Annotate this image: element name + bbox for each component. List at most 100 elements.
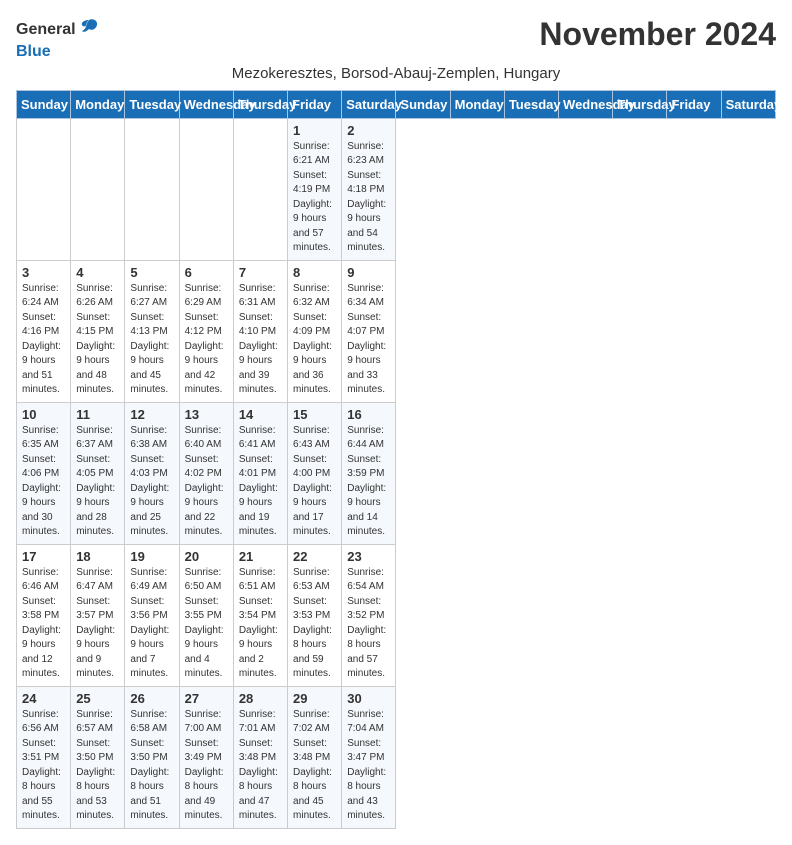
calendar-cell: 4 Sunrise: 6:26 AM Sunset: 4:15 PM Daylig… — [71, 260, 125, 402]
weekday-header-wednesday: Wednesday — [559, 90, 613, 118]
logo-blue: Blue — [16, 43, 51, 61]
day-info: Sunrise: 6:46 AM Sunset: 3:58 PM Dayligh… — [22, 566, 65, 682]
calendar-week-row: 17 Sunrise: 6:46 AM Sunset: 3:58 PM Dayli… — [17, 544, 776, 686]
calendar-cell — [71, 118, 125, 260]
day-info: Sunrise: 6:23 AM Sunset: 4:18 PM Dayligh… — [347, 140, 390, 256]
day-number: 8 — [293, 265, 336, 280]
day-number: 26 — [130, 691, 173, 706]
calendar-cell — [17, 118, 71, 260]
weekday-header-thursday: Thursday — [613, 90, 667, 118]
day-number: 6 — [185, 265, 228, 280]
calendar-cell: 3 Sunrise: 6:24 AM Sunset: 4:16 PM Daylig… — [17, 260, 71, 402]
day-number: 25 — [76, 691, 119, 706]
weekday-header-wednesday: Wednesday — [179, 90, 233, 118]
calendar-cell — [125, 118, 179, 260]
calendar-cell: 15 Sunrise: 6:43 AM Sunset: 4:00 PM Dayli… — [288, 402, 342, 544]
day-number: 7 — [239, 265, 282, 280]
day-number: 22 — [293, 549, 336, 564]
day-number: 18 — [76, 549, 119, 564]
calendar-cell: 20Sunrise: 6:50 AM Sunset: 3:55 PM Dayli… — [179, 544, 233, 686]
calendar-cell: 28 Sunrise: 7:01 AM Sunset: 3:48 PM Dayli… — [233, 686, 287, 828]
day-info: Sunrise: 6:34 AM Sunset: 4:07 PM Dayligh… — [347, 282, 390, 398]
day-info: Sunrise: 6:37 AM Sunset: 4:05 PM Dayligh… — [76, 424, 119, 540]
calendar-cell: 27Sunrise: 7:00 AM Sunset: 3:49 PM Dayli… — [179, 686, 233, 828]
weekday-header-tuesday: Tuesday — [125, 90, 179, 118]
day-info: Sunrise: 6:27 AM Sunset: 4:13 PM Dayligh… — [130, 282, 173, 398]
day-info: Sunrise: 6:35 AM Sunset: 4:06 PM Dayligh… — [22, 424, 65, 540]
calendar-subtitle: Mezokeresztes, Borsod-Abauj-Zemplen, Hun… — [16, 65, 776, 82]
day-info: Sunrise: 6:57 AM Sunset: 3:50 PM Dayligh… — [76, 708, 119, 824]
calendar-cell: 18Sunrise: 6:47 AM Sunset: 3:57 PM Dayli… — [71, 544, 125, 686]
logo-block: General Blue — [16, 16, 100, 61]
day-number: 10 — [22, 407, 65, 422]
day-info: Sunrise: 6:58 AM Sunset: 3:50 PM Dayligh… — [130, 708, 173, 824]
calendar-week-row: 10 Sunrise: 6:35 AM Sunset: 4:06 PM Dayli… — [17, 402, 776, 544]
day-number: 21 — [239, 549, 282, 564]
calendar-cell: 2Sunrise: 6:23 AM Sunset: 4:18 PM Daylig… — [342, 118, 396, 260]
logo: General Blue — [16, 16, 100, 61]
day-number: 15 — [293, 407, 336, 422]
day-info: Sunrise: 7:04 AM Sunset: 3:47 PM Dayligh… — [347, 708, 390, 824]
calendar-cell: 17 Sunrise: 6:46 AM Sunset: 3:58 PM Dayli… — [17, 544, 71, 686]
day-number: 24 — [22, 691, 65, 706]
calendar-cell: 29Sunrise: 7:02 AM Sunset: 3:48 PM Dayli… — [288, 686, 342, 828]
calendar-cell: 25 Sunrise: 6:57 AM Sunset: 3:50 PM Dayli… — [71, 686, 125, 828]
day-info: Sunrise: 6:43 AM Sunset: 4:00 PM Dayligh… — [293, 424, 336, 540]
day-info: Sunrise: 7:01 AM Sunset: 3:48 PM Dayligh… — [239, 708, 282, 824]
day-info: Sunrise: 6:54 AM Sunset: 3:52 PM Dayligh… — [347, 566, 390, 682]
day-number: 4 — [76, 265, 119, 280]
day-info: Sunrise: 6:50 AM Sunset: 3:55 PM Dayligh… — [185, 566, 228, 682]
day-info: Sunrise: 6:49 AM Sunset: 3:56 PM Dayligh… — [130, 566, 173, 682]
day-number: 23 — [347, 549, 390, 564]
day-info: Sunrise: 6:53 AM Sunset: 3:53 PM Dayligh… — [293, 566, 336, 682]
calendar-week-row: 3 Sunrise: 6:24 AM Sunset: 4:16 PM Daylig… — [17, 260, 776, 402]
day-info: Sunrise: 6:40 AM Sunset: 4:02 PM Dayligh… — [185, 424, 228, 540]
day-info: Sunrise: 6:29 AM Sunset: 4:12 PM Dayligh… — [185, 282, 228, 398]
weekday-header-saturday: Saturday — [721, 90, 775, 118]
weekday-header-thursday: Thursday — [233, 90, 287, 118]
day-info: Sunrise: 6:21 AM Sunset: 4:19 PM Dayligh… — [293, 140, 336, 256]
calendar-week-row: 1 Sunrise: 6:21 AM Sunset: 4:19 PM Daylig… — [17, 118, 776, 260]
day-number: 9 — [347, 265, 390, 280]
calendar-cell: 12Sunrise: 6:38 AM Sunset: 4:03 PM Dayli… — [125, 402, 179, 544]
day-number: 17 — [22, 549, 65, 564]
day-info: Sunrise: 6:32 AM Sunset: 4:09 PM Dayligh… — [293, 282, 336, 398]
day-info: Sunrise: 6:44 AM Sunset: 3:59 PM Dayligh… — [347, 424, 390, 540]
day-info: Sunrise: 6:26 AM Sunset: 4:15 PM Dayligh… — [76, 282, 119, 398]
day-number: 11 — [76, 407, 119, 422]
weekday-header-monday: Monday — [450, 90, 504, 118]
weekday-header-tuesday: Tuesday — [504, 90, 558, 118]
day-number: 13 — [185, 407, 228, 422]
calendar-cell: 1 Sunrise: 6:21 AM Sunset: 4:19 PM Daylig… — [288, 118, 342, 260]
day-number: 30 — [347, 691, 390, 706]
calendar-cell: 24Sunrise: 6:56 AM Sunset: 3:51 PM Dayli… — [17, 686, 71, 828]
day-number: 19 — [130, 549, 173, 564]
weekday-header-friday: Friday — [667, 90, 721, 118]
day-number: 1 — [293, 123, 336, 138]
calendar-cell: 30 Sunrise: 7:04 AM Sunset: 3:47 PM Dayli… — [342, 686, 396, 828]
calendar-table: SundayMondayTuesdayWednesdayThursdayFrid… — [16, 90, 776, 829]
calendar-cell: 14Sunrise: 6:41 AM Sunset: 4:01 PM Dayli… — [233, 402, 287, 544]
day-info: Sunrise: 7:02 AM Sunset: 3:48 PM Dayligh… — [293, 708, 336, 824]
day-info: Sunrise: 6:24 AM Sunset: 4:16 PM Dayligh… — [22, 282, 65, 398]
day-number: 27 — [185, 691, 228, 706]
calendar-cell: 10 Sunrise: 6:35 AM Sunset: 4:06 PM Dayli… — [17, 402, 71, 544]
logo-bird-icon — [78, 16, 100, 43]
day-number: 14 — [239, 407, 282, 422]
day-number: 5 — [130, 265, 173, 280]
header: General Blue November 2024 — [16, 16, 776, 61]
weekday-header-monday: Monday — [71, 90, 125, 118]
calendar-cell — [233, 118, 287, 260]
day-number: 28 — [239, 691, 282, 706]
calendar-cell: 16Sunrise: 6:44 AM Sunset: 3:59 PM Dayli… — [342, 402, 396, 544]
calendar-cell: 7 Sunrise: 6:31 AM Sunset: 4:10 PM Daylig… — [233, 260, 287, 402]
calendar-cell: 9 Sunrise: 6:34 AM Sunset: 4:07 PM Daylig… — [342, 260, 396, 402]
calendar-cell: 11 Sunrise: 6:37 AM Sunset: 4:05 PM Dayli… — [71, 402, 125, 544]
weekday-header-friday: Friday — [288, 90, 342, 118]
day-number: 12 — [130, 407, 173, 422]
day-info: Sunrise: 6:31 AM Sunset: 4:10 PM Dayligh… — [239, 282, 282, 398]
calendar-week-row: 24Sunrise: 6:56 AM Sunset: 3:51 PM Dayli… — [17, 686, 776, 828]
calendar-cell: 19 Sunrise: 6:49 AM Sunset: 3:56 PM Dayli… — [125, 544, 179, 686]
calendar-cell: 6 Sunrise: 6:29 AM Sunset: 4:12 PM Daylig… — [179, 260, 233, 402]
day-number: 3 — [22, 265, 65, 280]
